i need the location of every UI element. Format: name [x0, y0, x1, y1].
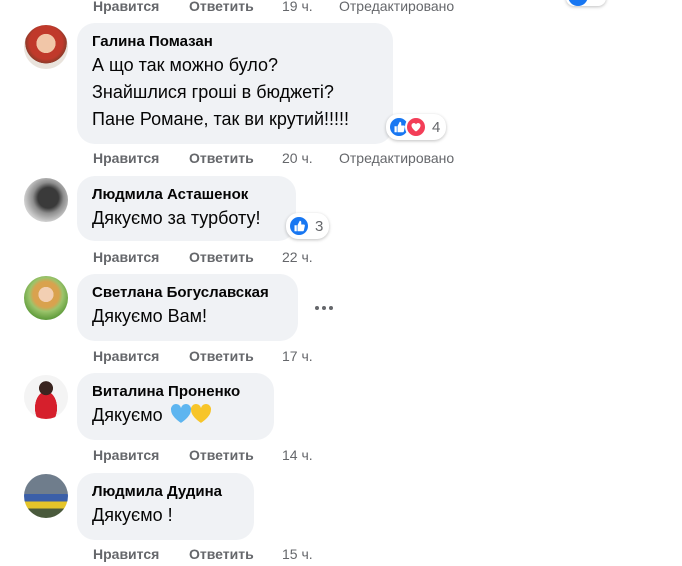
comment-time: 19 ч. — [282, 0, 313, 14]
reaction-badge[interactable]: 3 — [286, 213, 330, 239]
edited-label: Отредактировано — [339, 150, 455, 166]
comment-bubble: Галина Помазан А що так можно було? Знай… — [77, 23, 393, 144]
comment-bubble: Людмила Дудина Дякуємо ! — [77, 473, 254, 540]
comment-time[interactable]: 14 ч. — [282, 446, 339, 464]
like-action[interactable]: Нравится — [93, 0, 189, 14]
reaction-count: 4 — [432, 118, 441, 136]
edited-label: Отредактировано — [339, 0, 455, 14]
comment-bubble: Светлана Богуславская Дякуємо Вам! — [77, 274, 298, 341]
more-options-button[interactable] — [310, 298, 338, 318]
comment-text-line: Дякуємо ! — [92, 505, 173, 525]
comment-actions: Нравится Ответить 14 ч. — [93, 446, 339, 464]
reply-action[interactable]: Ответить — [189, 0, 282, 14]
comment-actions: Нравится Ответить 20 ч. Отредактировано — [93, 149, 454, 167]
reply-action[interactable]: Ответить — [189, 248, 282, 266]
avatar[interactable] — [24, 474, 68, 518]
comment-bubble: Виталина Проненко Дякуємо — [77, 373, 274, 440]
comment-actions: Нравится Ответить 15 ч. — [93, 545, 339, 563]
reaction-count: 3 — [315, 217, 324, 235]
comment-actions: Нравится Ответить 22 ч. — [93, 248, 339, 266]
comment-time[interactable]: 15 ч. — [282, 545, 339, 563]
like-action[interactable]: Нравится — [93, 446, 189, 464]
comment-author[interactable]: Людмила Дудина — [92, 482, 239, 502]
reply-action[interactable]: Ответить — [189, 545, 282, 563]
reaction-badge[interactable]: 4 — [386, 114, 447, 140]
comment-time[interactable]: 17 ч. — [282, 347, 339, 365]
comment-time[interactable]: 20 ч. — [282, 149, 339, 167]
yellow-heart-icon — [190, 404, 212, 432]
like-icon — [288, 215, 310, 237]
blue-heart-icon — [170, 404, 192, 432]
comment-text-line: Дякуємо — [92, 402, 259, 432]
avatar[interactable] — [24, 25, 68, 69]
comment-time[interactable]: 22 ч. — [282, 248, 339, 266]
avatar[interactable] — [24, 178, 68, 222]
like-action[interactable]: Нравится — [93, 248, 189, 266]
like-action[interactable]: Нравится — [93, 347, 189, 365]
comment-text-line: Дякуємо Вам! — [92, 306, 207, 326]
avatar[interactable] — [24, 375, 68, 419]
comment-bubble: Людмила Асташенок Дякуємо за турботу! — [77, 176, 296, 241]
comment-actions: Нравится Ответить 17 ч. — [93, 347, 339, 365]
like-action[interactable]: Нравится — [93, 545, 189, 563]
more-icon — [315, 306, 333, 310]
comment-author[interactable]: Людмила Асташенок — [92, 185, 281, 205]
comment-author[interactable]: Светлана Богуславская — [92, 283, 283, 303]
previous-comment-actions: Нравится Ответить 19 ч. Отредактировано — [93, 0, 454, 14]
comment-author[interactable]: Галина Помазан — [92, 32, 378, 52]
love-icon — [405, 116, 427, 138]
comment-author[interactable]: Виталина Проненко — [92, 382, 259, 402]
like-action[interactable]: Нравится — [93, 149, 189, 167]
reply-action[interactable]: Ответить — [189, 347, 282, 365]
reply-action[interactable]: Ответить — [189, 446, 282, 464]
comment-text-line: Дякуємо за турботу! — [92, 208, 261, 228]
avatar[interactable] — [24, 276, 68, 320]
partial-reaction-badge[interactable] — [566, 0, 606, 6]
comment-text-line: Знайшлися гроші в бюджеті? — [92, 82, 334, 102]
comment-text-line: А що так можно було? — [92, 55, 278, 75]
reply-action[interactable]: Ответить — [189, 149, 282, 167]
comment-text-line: Пане Романе, так ви крутий!!!!! — [92, 109, 350, 129]
